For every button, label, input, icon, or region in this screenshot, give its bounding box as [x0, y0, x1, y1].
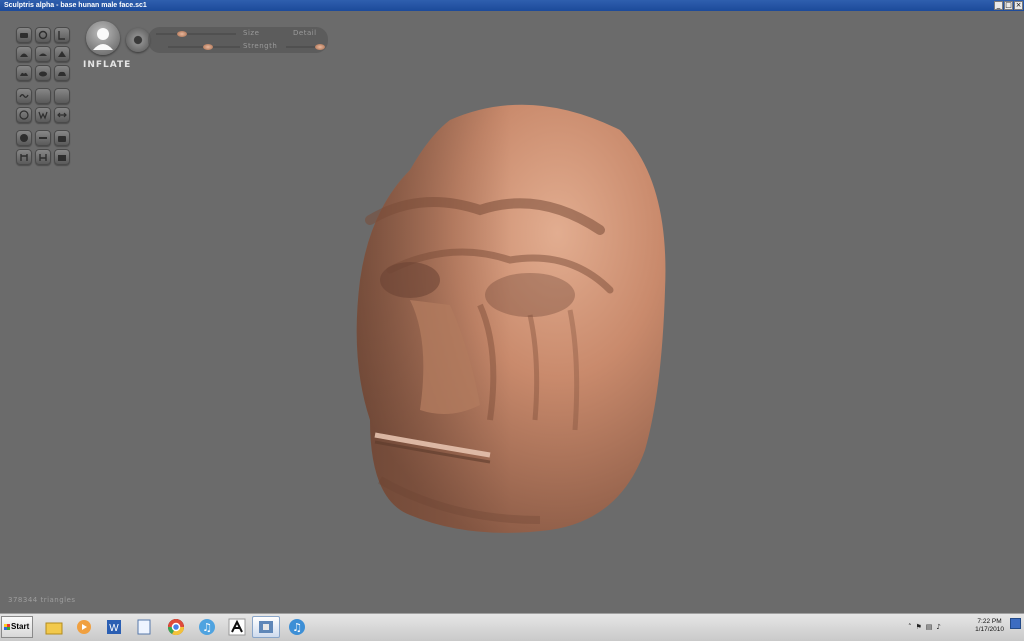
- brush-falloff-icon[interactable]: [126, 28, 150, 52]
- blank-icon[interactable]: [35, 88, 51, 104]
- brush-mode-label: INFLATE: [83, 60, 132, 70]
- rotate-icon[interactable]: [35, 27, 51, 43]
- draw-icon[interactable]: [16, 46, 32, 62]
- svg-text:♫: ♫: [292, 621, 302, 634]
- size-slider-thumb[interactable]: [177, 31, 188, 37]
- head-silhouette-icon: [93, 28, 113, 50]
- close-icon[interactable]: ×: [1014, 1, 1023, 10]
- action-center-flag-icon[interactable]: ⚑: [916, 623, 922, 631]
- size-label: Size: [243, 29, 260, 37]
- notepad-icon[interactable]: [130, 616, 158, 638]
- crease-icon[interactable]: [54, 46, 70, 62]
- clock[interactable]: 7:22 PM 1/17/2010: [975, 618, 1004, 634]
- tray-expand-icon[interactable]: ˄: [908, 623, 912, 631]
- sculptris-icon[interactable]: [252, 616, 280, 638]
- swap-icon[interactable]: [54, 107, 70, 123]
- itunes-icon[interactable]: ♫: [193, 616, 221, 638]
- restore-icon[interactable]: □: [1004, 1, 1013, 10]
- grab-icon[interactable]: [16, 27, 32, 43]
- media-player-icon[interactable]: [70, 616, 98, 638]
- sculpt-model[interactable]: [330, 90, 690, 560]
- tool-group-sculpt: [16, 27, 70, 81]
- svg-text:W: W: [109, 623, 119, 634]
- settings-icon[interactable]: [54, 149, 70, 165]
- gimp-icon[interactable]: [223, 616, 251, 638]
- brush-sliders-panel: Size Detail Strength: [148, 27, 328, 53]
- volume-icon[interactable]: ♪: [936, 623, 940, 631]
- strength-label: Strength: [243, 42, 278, 50]
- windows-logo-icon: [4, 623, 10, 630]
- window-title: Sculptris alpha - base hunan male face.s…: [4, 2, 147, 9]
- explorer-icon[interactable]: [40, 616, 68, 638]
- show-desktop-button[interactable]: [1010, 618, 1021, 629]
- minimize-icon[interactable]: _: [994, 1, 1003, 10]
- svg-text:♫: ♫: [202, 621, 212, 634]
- sphere-icon[interactable]: [16, 130, 32, 146]
- start-label: Start: [11, 622, 30, 631]
- flatten-icon[interactable]: [35, 46, 51, 62]
- reduce-icon[interactable]: [54, 65, 70, 81]
- itunes-icon[interactable]: ♫: [283, 616, 311, 638]
- word-icon[interactable]: W: [100, 616, 128, 638]
- blank-icon[interactable]: [54, 88, 70, 104]
- tool-group-utility: [16, 130, 70, 165]
- chrome-icon[interactable]: [162, 616, 190, 638]
- pinch-icon[interactable]: [16, 65, 32, 81]
- size-slider-track[interactable]: [156, 33, 236, 35]
- triangle-count: 378344 triangles: [8, 596, 76, 604]
- camera-icon[interactable]: [54, 130, 70, 146]
- smooth-icon[interactable]: [35, 65, 51, 81]
- network-icon[interactable]: ▤: [926, 623, 933, 631]
- wave-icon[interactable]: [16, 88, 32, 104]
- brush-icon[interactable]: [16, 107, 32, 123]
- start-button[interactable]: Start: [1, 616, 33, 638]
- clock-date: 1/17/2010: [975, 626, 1004, 633]
- paint-icon[interactable]: [35, 149, 51, 165]
- mask-icon[interactable]: [16, 149, 32, 165]
- detail-slider-thumb[interactable]: [315, 44, 326, 50]
- scale-icon[interactable]: [54, 27, 70, 43]
- clock-time: 7:22 PM: [977, 618, 1002, 625]
- strength-slider-thumb[interactable]: [202, 44, 213, 50]
- symmetry-icon[interactable]: [35, 107, 51, 123]
- plane-icon[interactable]: [35, 130, 51, 146]
- title-bar: Sculptris alpha - base hunan male face.s…: [0, 0, 1024, 11]
- tool-group-extra: [16, 88, 70, 123]
- taskbar: Start W ♫ ♫ ˄ ⚑ ▤ ♪ 7:22 PM 1/17/2010: [0, 613, 1024, 641]
- brush-preview-avatar[interactable]: [86, 21, 120, 55]
- detail-label: Detail: [293, 29, 317, 37]
